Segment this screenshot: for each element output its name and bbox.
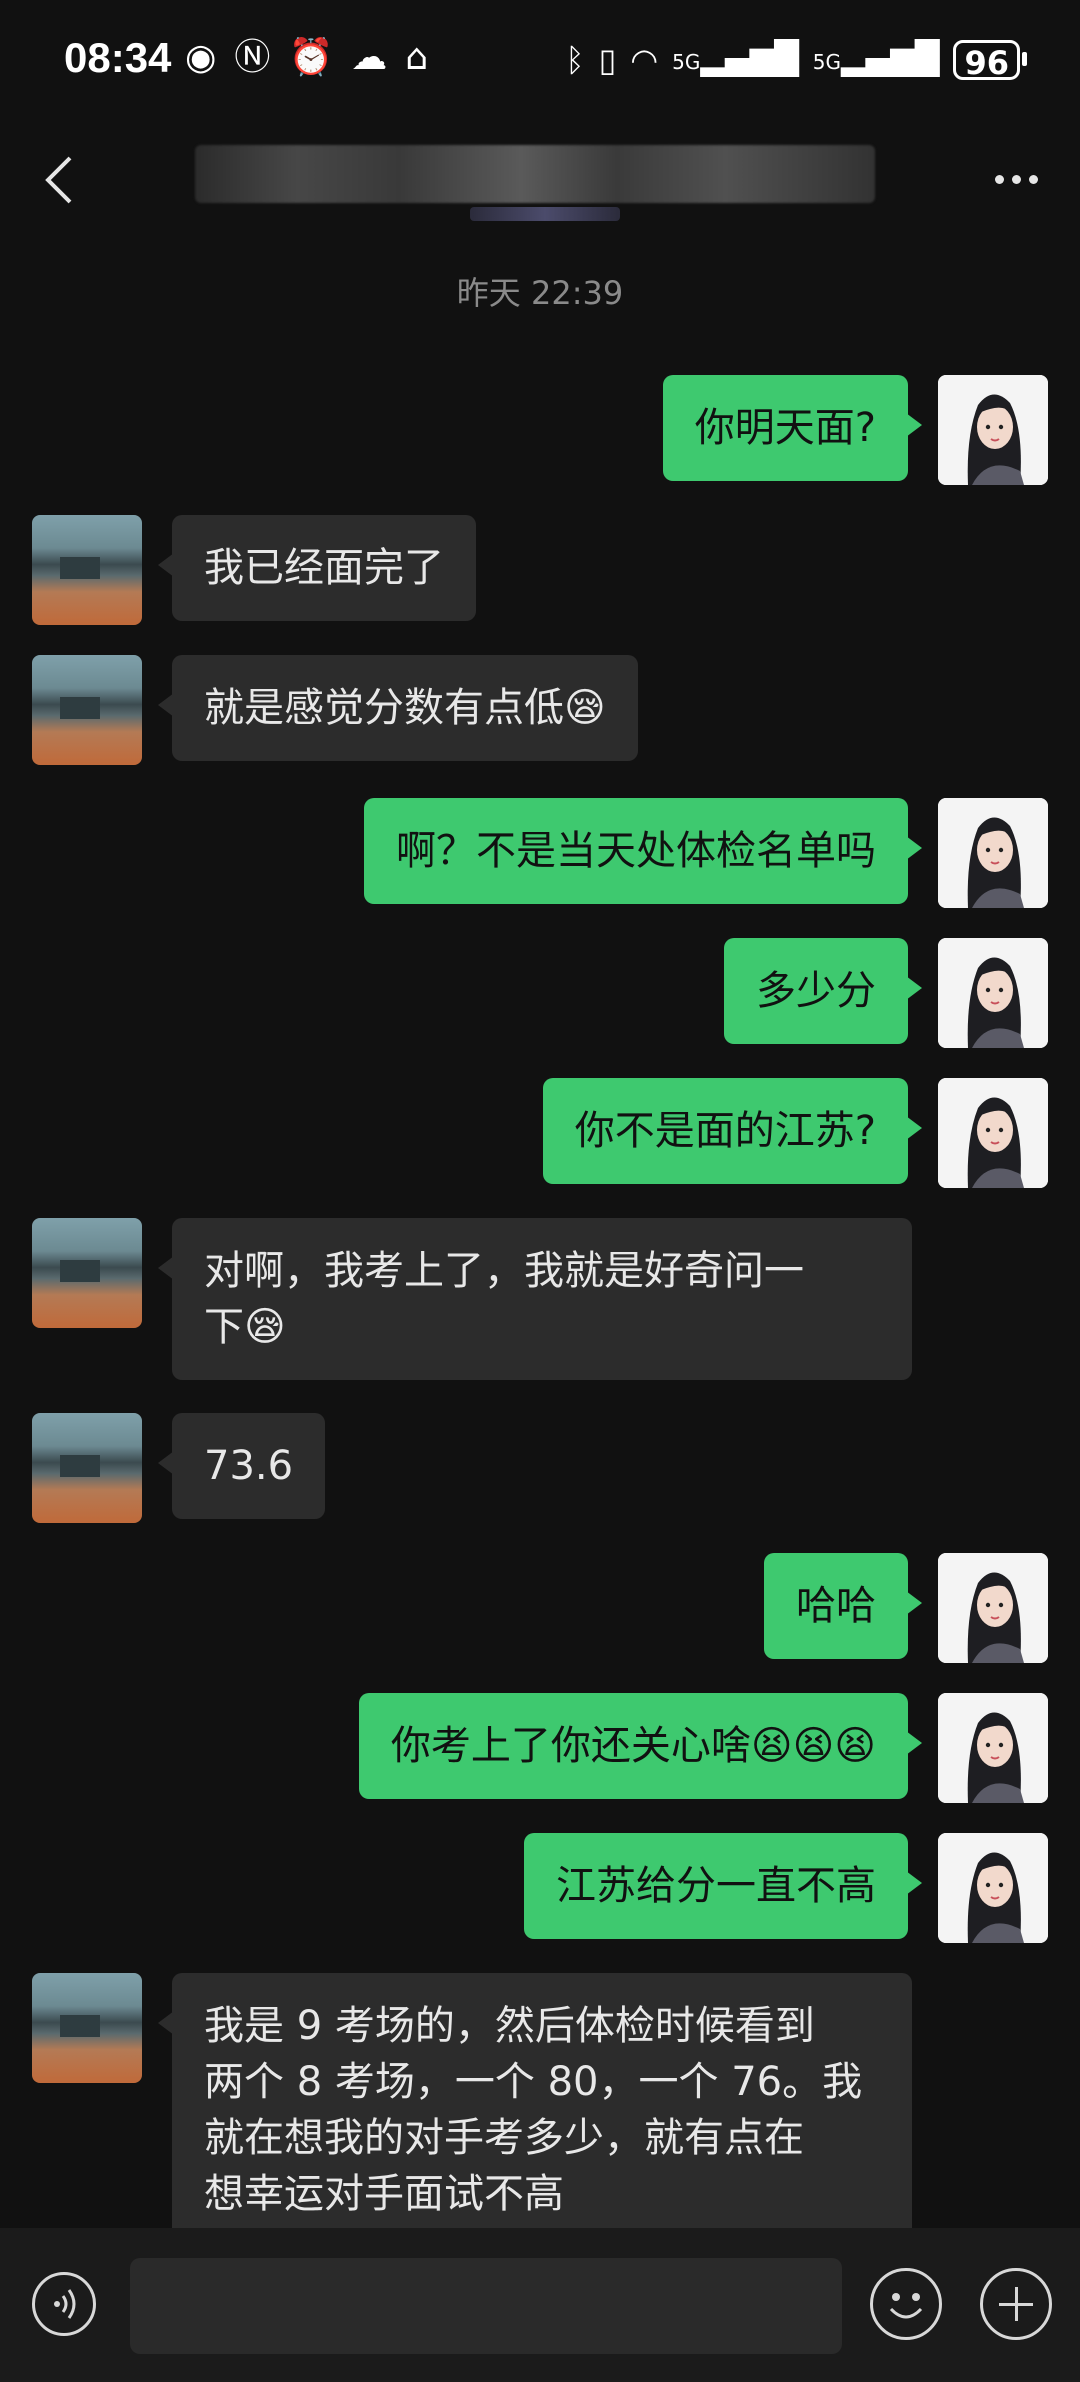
- my-avatar[interactable]: [938, 1078, 1048, 1188]
- plus-icon[interactable]: [980, 2268, 1052, 2340]
- message-input[interactable]: [130, 2258, 842, 2354]
- contact-avatar[interactable]: [32, 655, 142, 765]
- message-timestamp: 昨天 22:39: [456, 274, 624, 312]
- more-dots-icon[interactable]: [995, 175, 1038, 184]
- avatar-illustration: [938, 375, 1048, 485]
- outgoing-message-bubble[interactable]: 多少分: [724, 938, 922, 1044]
- chat-title-blurred: [195, 145, 875, 203]
- incoming-message-bubble[interactable]: 我已经面完了: [158, 515, 476, 621]
- incoming-message-bubble[interactable]: 我是 9 考场的，然后体检时候看到 两个 8 考场，一个 80，一个 76。我 …: [158, 1973, 912, 2247]
- nfc-icon: Ⓝ: [234, 37, 271, 78]
- status-bar: 08:34 ◉ Ⓝ ⏰ ☁ ⌂ ᛒ ▯ ◠ 5G▂▄▆█ 5G▂▄▆█ 96: [0, 0, 1080, 125]
- status-time: 08:34: [64, 34, 172, 81]
- my-avatar[interactable]: [938, 1693, 1048, 1803]
- contact-avatar[interactable]: [32, 1413, 142, 1523]
- my-avatar[interactable]: [938, 1553, 1048, 1663]
- outgoing-message-bubble[interactable]: 江苏给分一直不高: [524, 1833, 922, 1939]
- outgoing-message-bubble[interactable]: 哈哈: [764, 1553, 922, 1659]
- contact-avatar[interactable]: [32, 515, 142, 625]
- incoming-message-bubble[interactable]: 就是感觉分数有点低😪: [158, 655, 638, 761]
- eye-icon: ◉: [185, 37, 217, 78]
- signal-5g-icon: 5G▂▄▆█: [812, 39, 940, 77]
- contact-avatar[interactable]: [32, 1218, 142, 1328]
- my-avatar[interactable]: [938, 1833, 1048, 1943]
- status-left-icons: ◉ Ⓝ ⏰ ☁ ⌂: [185, 38, 428, 78]
- wifi-icon: ◠: [630, 41, 659, 79]
- outgoing-message-bubble[interactable]: 你不是面的江苏?: [542, 1078, 923, 1184]
- voice-icon[interactable]: [32, 2272, 96, 2336]
- avatar-illustration: [938, 1833, 1048, 1943]
- chevron-left-icon[interactable]: [40, 150, 80, 210]
- incoming-message-bubble[interactable]: 73.6: [157, 1413, 326, 1519]
- outgoing-message-bubble[interactable]: 你考上了你还关心啥😫😫😫: [358, 1693, 923, 1799]
- avatar-illustration: [938, 1693, 1048, 1803]
- alarm-icon: ⏰: [288, 37, 334, 78]
- battery-indicator: 96: [953, 40, 1027, 82]
- app-notification-icon: ☁: [351, 37, 388, 78]
- outgoing-message-bubble[interactable]: 啊？不是当天处体检名单吗: [364, 798, 922, 904]
- input-bar: [0, 2228, 1080, 2382]
- emoji-icon[interactable]: [870, 2268, 942, 2340]
- chat-header: [0, 125, 1080, 245]
- outgoing-message-bubble[interactable]: 你明天面?: [662, 375, 923, 481]
- my-avatar[interactable]: [938, 375, 1048, 485]
- status-right-icons: ᛒ ▯ ◠ 5G▂▄▆█ 5G▂▄▆█ 96: [565, 38, 1027, 82]
- bluetooth-icon: ᛒ: [565, 41, 585, 79]
- vibrate-icon: ▯: [598, 41, 617, 79]
- my-avatar[interactable]: [938, 798, 1048, 908]
- avatar-illustration: [938, 1553, 1048, 1663]
- contact-avatar[interactable]: [32, 1973, 142, 2083]
- my-avatar[interactable]: [938, 938, 1048, 1048]
- incoming-message-bubble[interactable]: 对啊，我考上了，我就是好奇问一 下😪: [158, 1218, 912, 1380]
- avatar-illustration: [938, 798, 1048, 908]
- chat-subtitle-blurred: [470, 207, 620, 221]
- app-notification-icon: ⌂: [405, 37, 429, 78]
- avatar-illustration: [938, 938, 1048, 1048]
- signal-5g-icon: 5G▂▄▆█: [672, 39, 799, 77]
- avatar-illustration: [938, 1078, 1048, 1188]
